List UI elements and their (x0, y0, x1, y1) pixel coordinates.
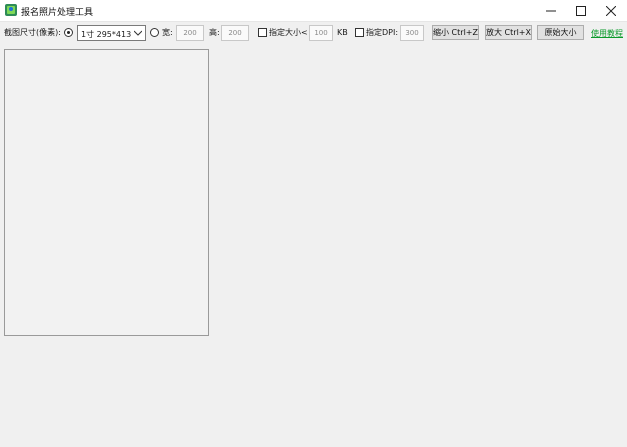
toolbar: 截图尺寸(像素): 1寸 295*413 宽: 200 高: 200 指定大小<… (0, 22, 627, 44)
maximize-button[interactable] (565, 0, 597, 21)
crop-size-label: 截图尺寸(像素): (4, 28, 61, 37)
window-title: 报名照片处理工具 (21, 8, 94, 18)
dpi-label: 指定DPI: (366, 28, 399, 37)
minimize-button[interactable] (535, 0, 567, 21)
preset-size-select[interactable]: 1寸 295*413 (77, 25, 146, 41)
close-icon (606, 6, 616, 16)
size-unit-label: KB (337, 28, 348, 37)
dpi-checkbox[interactable] (355, 28, 364, 37)
width-label: 宽: (162, 28, 173, 37)
dpi-input[interactable]: 300 (400, 25, 424, 41)
title-bar: 报名照片处理工具 (0, 0, 627, 22)
radio-selected-dot (67, 31, 70, 34)
size-limit-checkbox[interactable] (258, 28, 267, 37)
custom-size-radio[interactable] (150, 28, 159, 37)
shrink-button[interactable]: 缩小 Ctrl+Z (432, 25, 479, 40)
size-limit-input[interactable]: 100 (309, 25, 333, 41)
minimize-icon (546, 10, 556, 12)
maximize-icon (576, 6, 586, 16)
width-input[interactable]: 200 (176, 25, 204, 41)
tutorial-link[interactable]: 使用教程 (591, 28, 623, 39)
height-label: 高: (209, 28, 220, 37)
close-button[interactable] (595, 0, 627, 21)
preset-radio[interactable] (64, 28, 73, 37)
size-limit-label: 指定大小< (269, 28, 308, 37)
original-size-button[interactable]: 原始大小 (537, 25, 584, 40)
enlarge-button[interactable]: 放大 Ctrl+X (485, 25, 532, 40)
photo-preview-area[interactable] (4, 49, 209, 336)
chevron-down-icon (134, 30, 142, 36)
height-input[interactable]: 200 (221, 25, 249, 41)
preset-size-value: 1寸 295*413 (81, 30, 132, 39)
photo-app-icon (5, 4, 17, 16)
